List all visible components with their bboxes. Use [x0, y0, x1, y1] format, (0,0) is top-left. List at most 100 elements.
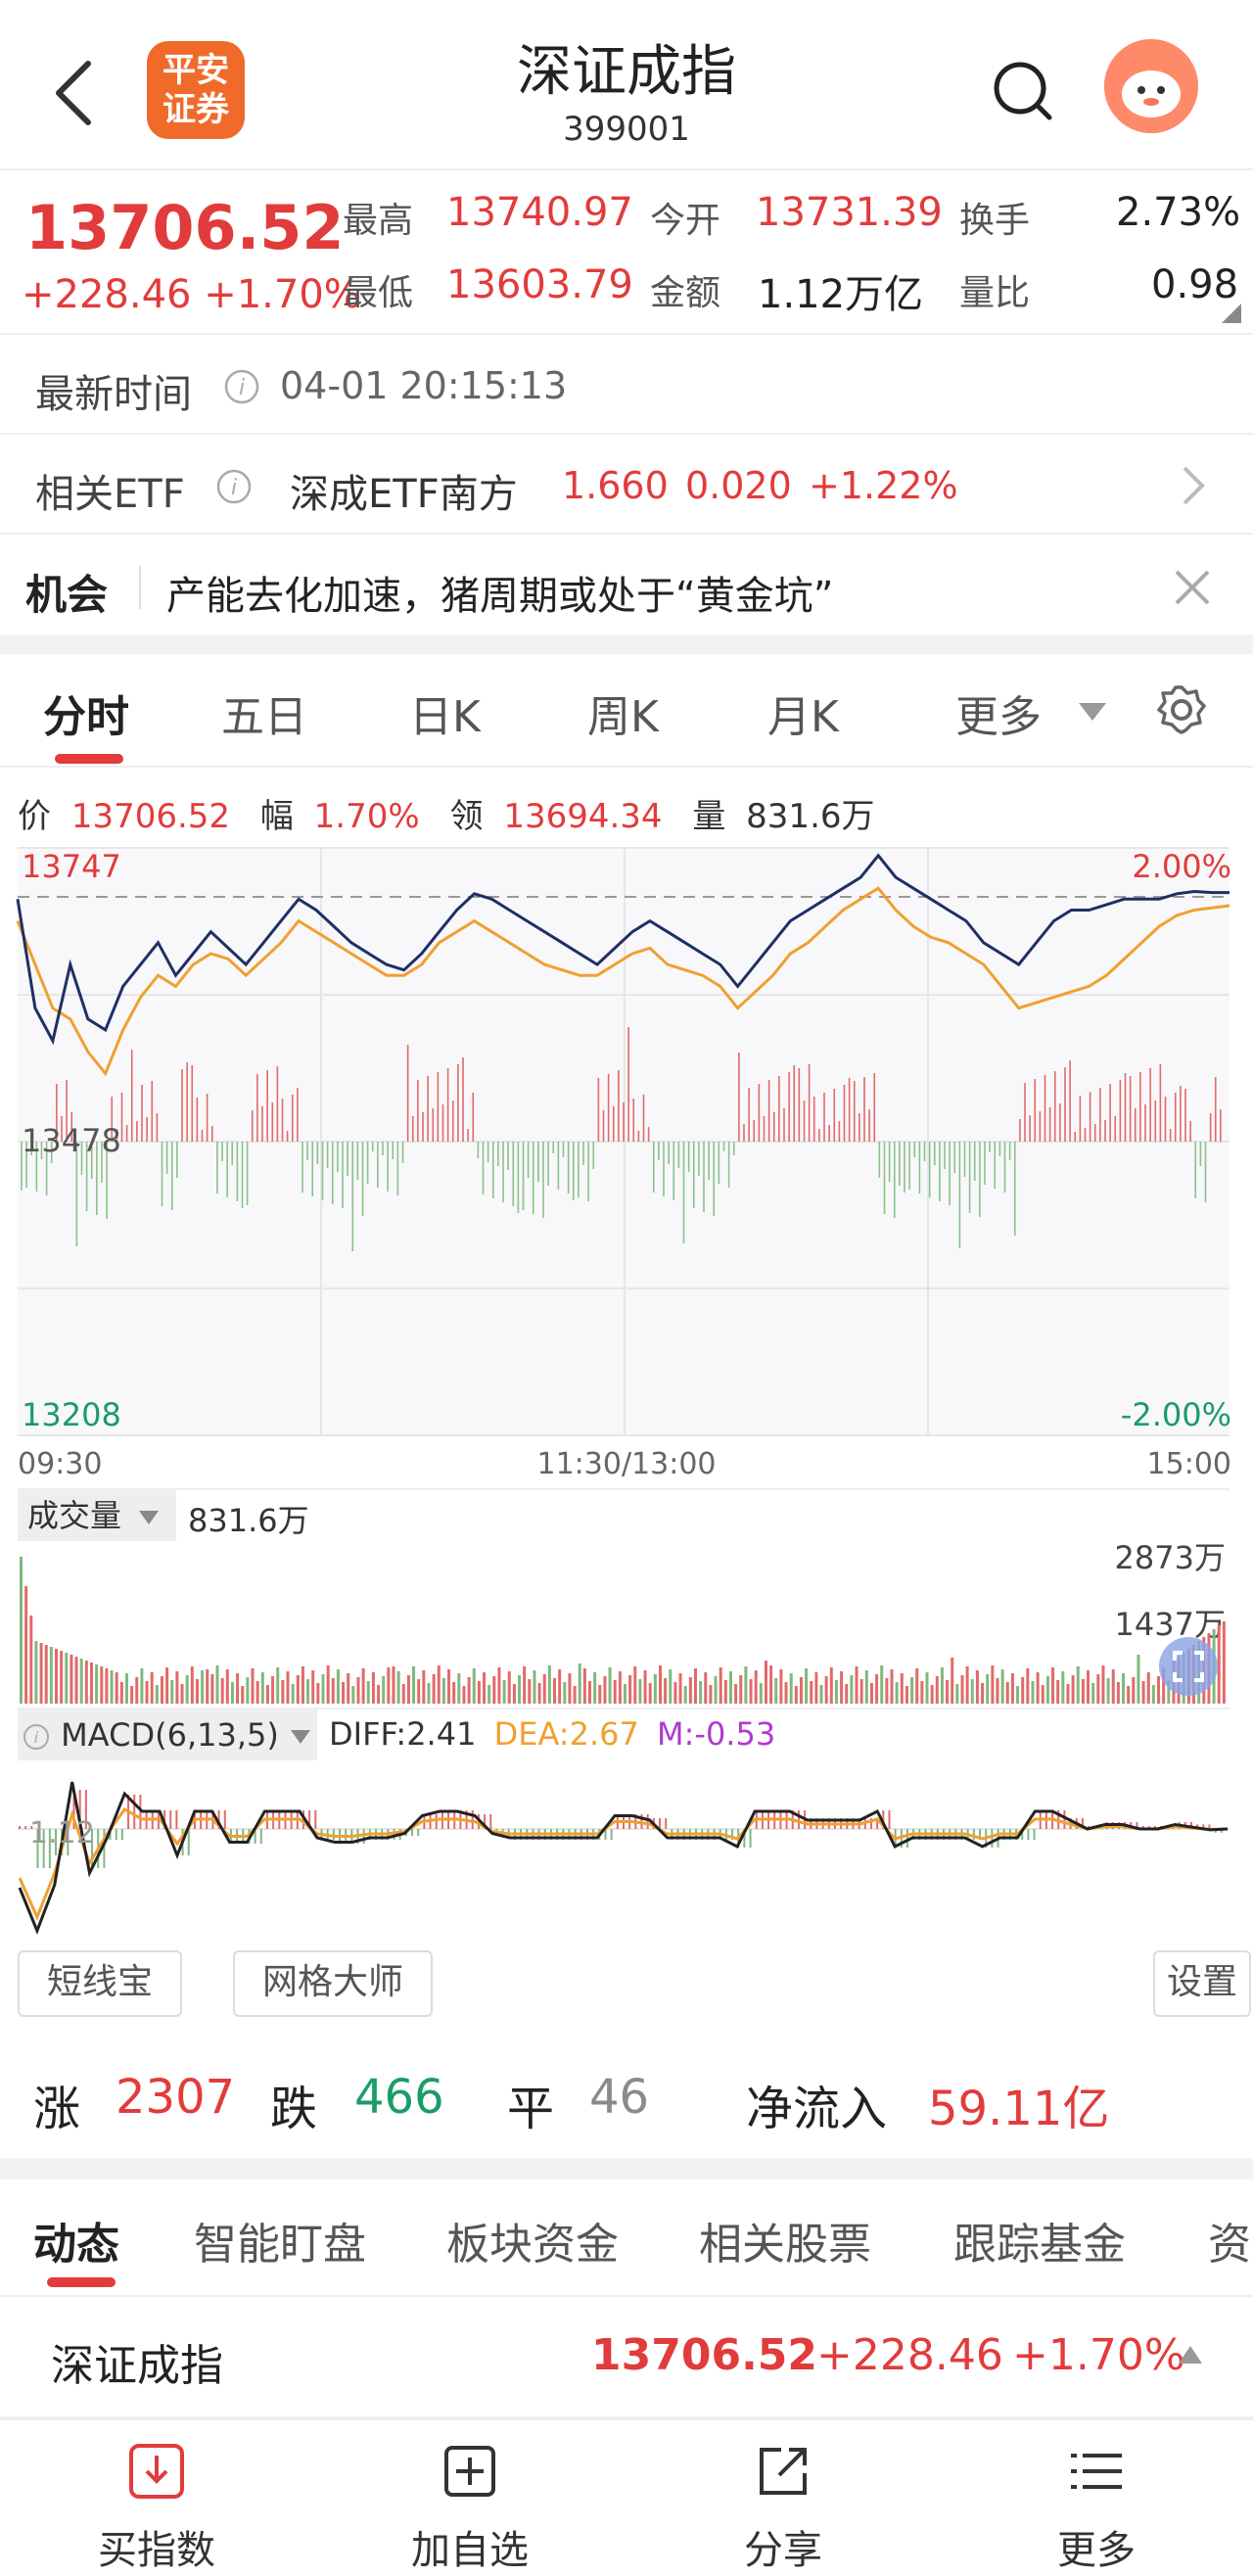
opportunity-text[interactable]: 产能去化加速，猪周期或处于“黄金坑” [166, 564, 833, 621]
volume-bar [236, 1673, 240, 1704]
volume-bar [160, 1676, 163, 1704]
menu-list-icon [1071, 2454, 1122, 2489]
related-etf-row[interactable]: 相关ETF i 深成ETF南方 1.660 0.020 +1.22% [0, 435, 1253, 535]
tab-more-cutoff[interactable]: 资 [1208, 2209, 1251, 2272]
etf-percent: +1.22% [809, 464, 958, 507]
volume-bar [834, 1680, 838, 1704]
opportunity-row[interactable]: 机会 产能去化加速，猪周期或处于“黄金坑” [0, 535, 1253, 634]
macd-indicator-selector[interactable]: i MACD(6,13,5) [18, 1710, 317, 1760]
volume-bar [946, 1680, 950, 1704]
volume-bar [441, 1678, 445, 1704]
tab-daily-k[interactable]: 日K [409, 681, 481, 744]
volume-bar [840, 1671, 844, 1704]
volume-bar [105, 1668, 109, 1704]
intraday-chart[interactable]: 13747 13478 13208 2.00% -2.00% 09:30 11:… [0, 842, 1253, 1488]
dropdown-triangle-icon [1079, 703, 1106, 721]
volume-bar [910, 1677, 914, 1704]
volume-bar [648, 1683, 652, 1704]
tab-five-day[interactable]: 五日 [221, 681, 307, 744]
turnover-label: 换手 [959, 201, 1031, 241]
index-change: +228.46 [816, 2330, 1003, 2380]
volume-bar [805, 1668, 809, 1704]
logo-text-line1: 平安 [162, 51, 229, 90]
volume-bar [542, 1674, 546, 1704]
volume-bar [301, 1666, 304, 1704]
quote-panel: 13706.52 +228.46 +1.70% 最高 13740.97 最低 1… [0, 168, 1253, 335]
assistant-avatar[interactable] [1104, 39, 1198, 133]
volume-bar [74, 1657, 78, 1704]
short-term-tool-button[interactable]: 短线宝 [18, 1950, 182, 2017]
volume-bar [709, 1685, 713, 1704]
share-label: 分享 [744, 2528, 822, 2573]
etf-change: 0.020 [685, 464, 792, 507]
close-icon[interactable] [1171, 566, 1214, 609]
volume-bar [210, 1674, 214, 1704]
volume-bar [215, 1665, 219, 1704]
bottom-action-bar: 买指数 加自选 分享 更多 [0, 2418, 1253, 2576]
volume-bar [759, 1683, 763, 1704]
fullscreen-icon[interactable] [1157, 1635, 1220, 1698]
volume-bar [512, 1684, 516, 1704]
tab-intraday[interactable]: 分时 [43, 681, 129, 744]
info-vol: 831.6万 [746, 797, 875, 836]
tab-monthly-k[interactable]: 月K [767, 681, 839, 744]
tab-news[interactable]: 动态 [33, 2209, 119, 2272]
volume-bar [578, 1663, 581, 1704]
volume-bar [734, 1684, 738, 1704]
volume-panel: 成交量 831.6万 2873万 1437万 [18, 1488, 1230, 1704]
volume-bar [286, 1671, 290, 1704]
index-summary-row[interactable]: 深证成指 13706.52 +228.46 +1.70% [0, 2297, 1253, 2418]
macd-values: DIFF:2.41 DEA:2.67 M:-0.53 [329, 1715, 775, 1753]
info-lead: 13694.34 [503, 797, 663, 836]
svg-text:i: i [239, 376, 245, 400]
volume-bar [1101, 1665, 1105, 1704]
volume-bar [251, 1668, 255, 1704]
volume-bar [518, 1675, 522, 1704]
tab-sector-funds[interactable]: 板块资金 [446, 2209, 619, 2272]
latest-time-label: 最新时间 [35, 372, 192, 417]
tab-weekly-k[interactable]: 周K [587, 681, 659, 744]
volume-bar [492, 1676, 496, 1704]
info-icon[interactable]: i [215, 468, 253, 505]
volume-bar [175, 1671, 179, 1704]
volume-bar [981, 1683, 985, 1704]
volume-bar [1021, 1677, 1025, 1704]
tab-smart-watch[interactable]: 智能盯盘 [194, 2209, 366, 2272]
volume-bar [930, 1685, 934, 1704]
volume-bar [180, 1684, 184, 1704]
market-breadth: 涨 2307 跌 466 平 46 净流入 59.11亿 [0, 2046, 1253, 2164]
add-watchlist-button[interactable]: 加自选 [313, 2420, 626, 2576]
back-button[interactable] [39, 49, 108, 137]
etf-price: 1.660 [562, 464, 669, 507]
tab-tracking-funds[interactable]: 跟踪基金 [953, 2209, 1126, 2272]
svg-text:i: i [231, 476, 237, 500]
buy-index-button[interactable]: 买指数 [0, 2420, 313, 2576]
volume-label: 成交量 [27, 1497, 122, 1534]
volume-bar [618, 1671, 622, 1704]
volume-indicator-selector[interactable]: 成交量 [18, 1490, 176, 1541]
tab-more[interactable]: 更多 [955, 681, 1042, 744]
macd-panel: i MACD(6,13,5) DIFF:2.41 DEA:2.67 M:-0.5… [18, 1708, 1230, 1935]
volume-bar [869, 1683, 873, 1704]
search-button[interactable] [989, 57, 1057, 125]
etf-name: 深成ETF南方 [290, 472, 518, 517]
grid-master-button[interactable]: 网格大师 [233, 1950, 433, 2017]
volume-ratio-label: 量比 [959, 273, 1031, 313]
volume-bar [497, 1667, 501, 1704]
macd-chart: 1.12 [18, 1781, 1230, 1935]
macd-dea: DEA:2.67 [493, 1715, 639, 1753]
volume-bar [986, 1674, 990, 1704]
more-button[interactable]: 更多 [940, 2420, 1253, 2576]
gear-icon[interactable] [1155, 683, 1208, 736]
share-button[interactable]: 分享 [626, 2420, 940, 2576]
volume-bar [688, 1677, 692, 1704]
volume-bar [190, 1666, 194, 1704]
volume-bar [1045, 1676, 1049, 1704]
volume-bar [60, 1651, 64, 1704]
settings-button[interactable]: 设置 [1153, 1950, 1251, 2017]
open-label: 今开 [650, 201, 721, 241]
volume-bar [588, 1681, 592, 1704]
info-icon[interactable]: i [223, 368, 260, 405]
tab-related-stocks[interactable]: 相关股票 [699, 2209, 871, 2272]
volume-bar [130, 1686, 134, 1704]
